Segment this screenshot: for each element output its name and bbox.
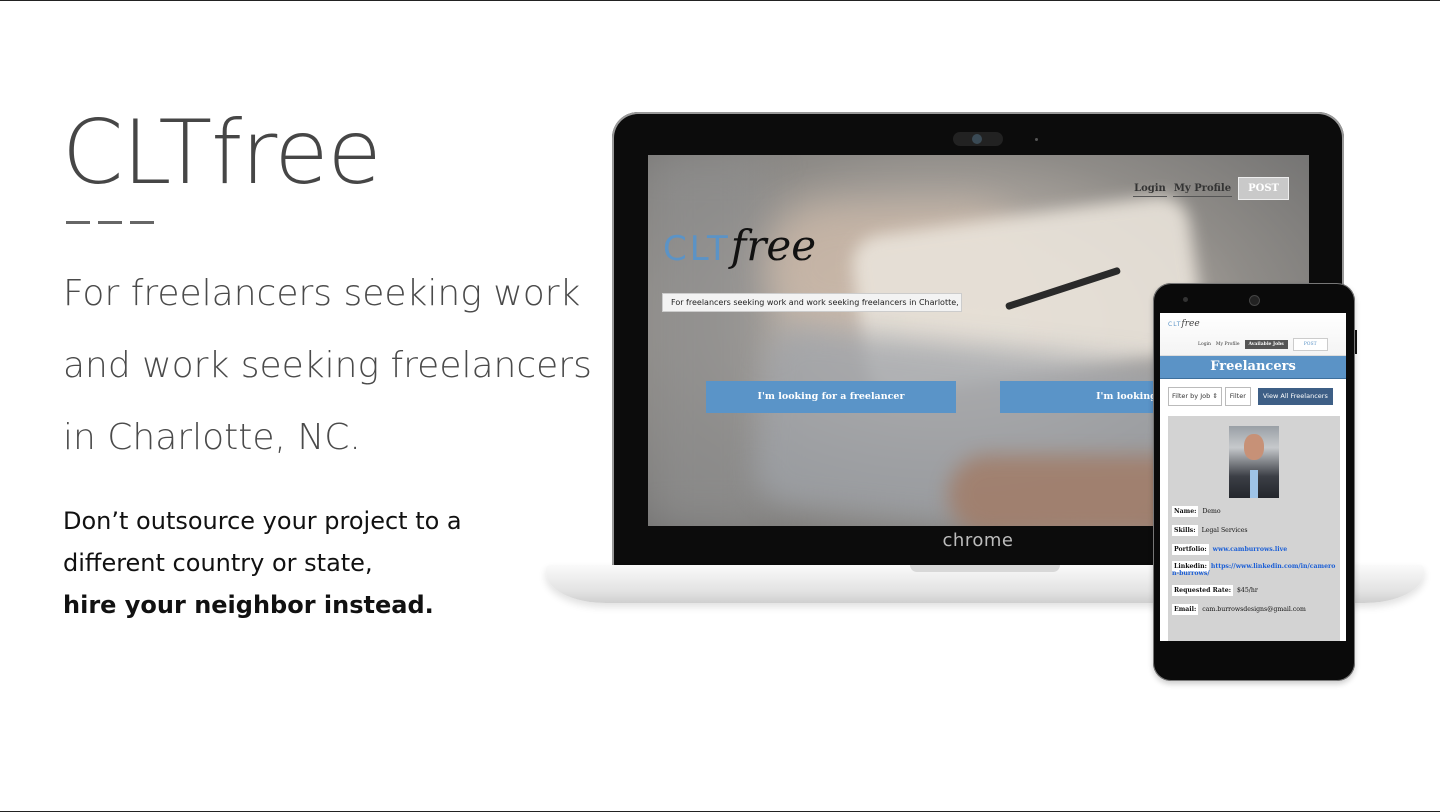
name-label: Name:	[1172, 506, 1199, 517]
phone-mockup: CLTfree Login My Profile Available Jobs …	[1153, 283, 1355, 681]
view-all-freelancers-button[interactable]: View All Freelancers	[1257, 388, 1333, 405]
webcam-icon	[953, 132, 1003, 146]
phone-screen: CLTfree Login My Profile Available Jobs …	[1160, 313, 1346, 641]
title-divider	[66, 221, 154, 224]
filter-job-select[interactable]: Filter by Job ⇕	[1168, 387, 1222, 406]
page-title: CLTfree	[62, 101, 382, 204]
filter-bar: Filter by Job ⇕ Filter View All Freelanc…	[1160, 379, 1346, 406]
top-border	[0, 0, 1440, 1]
profile-row: Linkedin: https://www.linkedin.com/in/ca…	[1168, 561, 1340, 577]
freelancers-heading: Freelancers	[1160, 356, 1346, 379]
phone-sensor	[1183, 297, 1188, 302]
freelancer-photo	[1229, 426, 1279, 498]
my-profile-link[interactable]: My Profile	[1216, 342, 1240, 347]
phone-header: CLTfree Login My Profile Available Jobs …	[1160, 313, 1346, 356]
logo-free: free	[730, 221, 817, 270]
tagline-line: For freelancers seeking work	[63, 273, 581, 314]
skills-value: Legal Services	[1201, 527, 1248, 534]
phone-camera-icon	[1249, 295, 1260, 306]
login-link[interactable]: Login	[1133, 181, 1167, 197]
logo-free: free	[1181, 319, 1200, 329]
post-button[interactable]: POST	[1238, 177, 1289, 200]
find-freelancer-button[interactable]: I'm looking for a freelancer	[706, 381, 956, 413]
skills-label: Skills:	[1172, 525, 1198, 536]
tagline: For freelancers seeking work and work se…	[63, 258, 603, 474]
portfolio-link[interactable]: www.camburrows.live	[1213, 544, 1288, 553]
portfolio-label: Portfolio:	[1172, 544, 1209, 555]
profile-row: Name: Demo	[1168, 506, 1340, 517]
site-logo: CLTfree	[663, 221, 816, 270]
login-link[interactable]: Login	[1198, 342, 1211, 347]
profile-row: Email: cam.burrowsdesigns@gmail.com	[1168, 604, 1340, 615]
tagline-line: and work seeking freelancers	[63, 345, 592, 386]
email-value: cam.burrowsdesigns@gmail.com	[1202, 606, 1306, 613]
profile-row: Portfolio: www.camburrows.live	[1168, 544, 1340, 555]
tagline-line: in Charlotte, NC.	[63, 417, 361, 458]
pitch-line: Don’t outsource your project to a	[63, 507, 462, 535]
pitch-emphasis: hire your neighbor instead.	[63, 591, 434, 619]
camera-led	[1035, 138, 1038, 141]
select-caret-icon: ⇕	[1212, 392, 1218, 400]
available-jobs-link[interactable]: Available Jobs	[1244, 340, 1288, 349]
logo-clt: CLT	[1168, 321, 1182, 328]
phone-nav: Login My Profile Available Jobs POST	[1198, 338, 1328, 351]
photo-face	[1244, 434, 1264, 460]
filter-select-value: Filter by Job	[1172, 392, 1211, 400]
photo-shirt	[1250, 470, 1258, 498]
email-label: Email:	[1172, 604, 1199, 615]
laptop-notch	[910, 565, 1060, 572]
post-button[interactable]: POST	[1292, 338, 1328, 351]
site-subtitle: For freelancers seeking work and work se…	[662, 293, 962, 312]
rate-value: $45/hr	[1236, 587, 1258, 594]
background-photo-part	[648, 155, 768, 526]
filter-button[interactable]: Filter	[1224, 387, 1251, 406]
rate-label: Requested Rate:	[1172, 585, 1233, 596]
pitch-line: different country or state,	[63, 549, 373, 577]
profile-row: Requested Rate: $45/hr	[1168, 585, 1340, 596]
my-profile-link[interactable]: My Profile	[1172, 181, 1233, 197]
pitch-text: Don’t outsource your project to a differ…	[63, 500, 462, 626]
profile-row: Skills: Legal Services	[1168, 525, 1340, 536]
phone-logo: CLTfree	[1168, 319, 1200, 329]
site-nav: Login My Profile POST	[1133, 177, 1289, 200]
name-value: Demo	[1202, 508, 1221, 515]
logo-clt: CLT	[663, 229, 731, 269]
freelancer-card: Name: Demo Skills: Legal Services Portfo…	[1168, 416, 1340, 641]
